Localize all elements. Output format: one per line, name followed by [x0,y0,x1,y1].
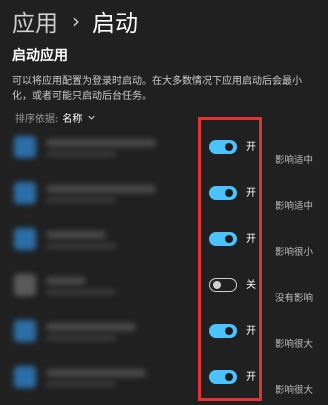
app-publisher-blurred [46,289,116,295]
app-publisher-blurred [46,381,116,387]
impact-label: 影响很大 [275,339,314,350]
sort-label: 排序依据: [15,114,59,125]
breadcrumb-apps-link[interactable]: 应用 [12,4,58,38]
app-icon [14,320,36,342]
startup-app-row: 开 影响适中 [0,170,328,216]
app-name-blurred [46,139,156,147]
chevron-down-icon [88,115,96,120]
app-publisher-blurred [46,197,116,203]
impact-label: 影响很小 [275,247,314,258]
app-publisher-blurred [46,335,116,341]
impact-label: 没有影响 [275,293,314,304]
app-icon [14,366,36,388]
app-name-blurred [46,323,136,331]
app-name-blurred [46,231,106,239]
app-name-blurred [46,185,156,193]
sort-value: 名称 [62,114,83,125]
breadcrumb: 应用 › 启动 [12,4,138,38]
section-title: 启动应用 [12,48,68,64]
description-text: 可以将应用配置为登录时启动。在大多数情况下应用启动后会最小化，或者可能只启动后台… [12,76,302,102]
startup-app-row: 关 没有影响 [0,262,328,308]
app-publisher-blurred [46,243,116,249]
page-title: 启动 [92,11,138,37]
startup-app-row: 开 影响适中 [0,124,328,170]
app-icon [14,182,36,204]
app-publisher-blurred [46,151,116,157]
app-icon [14,136,36,158]
startup-app-row: 开 影响很大 [0,354,328,400]
impact-label: 影响很大 [275,385,314,396]
app-name-blurred [46,277,86,285]
app-icon [14,228,36,250]
app-icon [14,274,36,296]
app-name-blurred [46,369,146,377]
sort-dropdown[interactable]: 排序依据: 名称 [15,110,96,125]
breadcrumb-separator: › [72,9,80,33]
highlight-box [198,117,262,401]
impact-label: 影响适中 [275,155,314,166]
impact-label: 影响适中 [275,201,314,212]
startup-app-row: 开 影响很大 [0,308,328,354]
startup-app-row: 开 影响很小 [0,216,328,262]
